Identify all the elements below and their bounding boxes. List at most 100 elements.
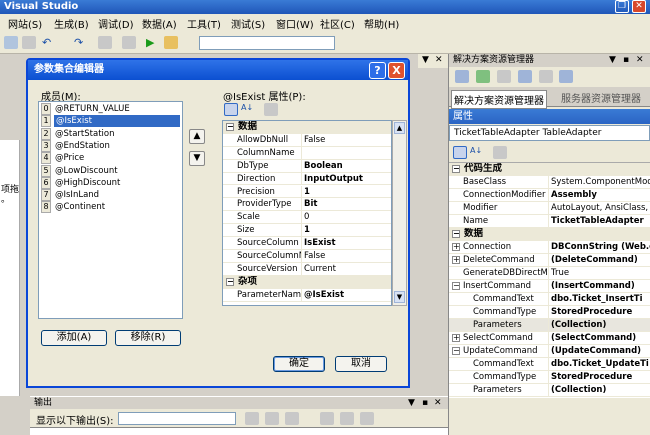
grid-row[interactable]: SourceColumnNuFalse bbox=[223, 250, 391, 263]
menu-community[interactable]: 社区(C) bbox=[320, 16, 355, 31]
move-up-button[interactable]: ▲ bbox=[189, 129, 205, 144]
property-value[interactable]: True bbox=[548, 267, 650, 279]
help-icon[interactable]: ? bbox=[369, 62, 386, 79]
menu-build[interactable]: 生成(B) bbox=[54, 16, 89, 31]
member-item[interactable]: 6 @HighDiscount bbox=[40, 176, 181, 189]
output-close-icon[interactable]: ✕ bbox=[434, 397, 442, 409]
menu-help[interactable]: 帮助(H) bbox=[364, 16, 399, 31]
member-item[interactable]: 8 @Continent bbox=[40, 201, 181, 214]
cancel-button[interactable]: 取消 bbox=[335, 356, 387, 372]
output-tool-5-icon[interactable] bbox=[340, 412, 354, 425]
properties-object-combo[interactable]: TicketTableAdapter TableAdapter bbox=[449, 125, 650, 141]
cut-icon[interactable] bbox=[4, 36, 18, 49]
grid-row[interactable]: CommandText dbo.Ticket_InsertTi bbox=[449, 293, 650, 306]
property-value[interactable]: InputOutput bbox=[301, 172, 391, 185]
grid-row[interactable]: + Connection DBConnString (Web.c bbox=[449, 241, 650, 254]
output-pin-icon[interactable]: ▪ bbox=[422, 397, 428, 409]
collapse-icon[interactable]: − bbox=[452, 230, 460, 238]
collapse-icon[interactable]: − bbox=[452, 165, 460, 173]
property-value[interactable]: (UpdateCommand) bbox=[548, 345, 650, 357]
ok-button[interactable]: 确定 bbox=[273, 356, 325, 372]
property-value[interactable]: TicketTableAdapter bbox=[548, 215, 650, 227]
collapse-icon[interactable]: − bbox=[452, 347, 460, 355]
grid-row[interactable]: GenerateDBDirectMe True bbox=[449, 267, 650, 280]
property-value[interactable]: @IsExist bbox=[301, 288, 391, 301]
grid-row[interactable]: CommandType StoredProcedure bbox=[449, 306, 650, 319]
add-button[interactable]: 添加(A) bbox=[41, 330, 107, 346]
refresh-icon[interactable] bbox=[476, 70, 490, 83]
close-icon[interactable]: ✕ bbox=[632, 0, 646, 13]
property-value[interactable]: Bit bbox=[301, 198, 391, 211]
grid-category[interactable]: − 数据 bbox=[223, 121, 391, 134]
output-tool-1-icon[interactable] bbox=[245, 412, 259, 425]
grid-row[interactable]: SourceColumn IsExist bbox=[223, 237, 391, 250]
property-value[interactable]: DBConnString (Web.c bbox=[548, 241, 650, 253]
property-value[interactable] bbox=[301, 146, 391, 159]
view-code-icon[interactable] bbox=[518, 70, 532, 83]
dialog-pages-icon[interactable] bbox=[264, 103, 278, 116]
output-tool-4-icon[interactable] bbox=[320, 412, 334, 425]
start-debug-icon[interactable]: ▶ bbox=[146, 36, 160, 49]
config-icon[interactable] bbox=[164, 36, 178, 49]
grid-row[interactable]: + SelectCommand (SelectCommand) bbox=[449, 332, 650, 345]
grid-row[interactable]: + DeleteCommand (DeleteCommand) bbox=[449, 254, 650, 267]
grid-row[interactable]: Parameters (Collection) bbox=[449, 319, 650, 332]
menu-test[interactable]: 测试(S) bbox=[231, 16, 265, 31]
property-value[interactable]: Boolean bbox=[301, 159, 391, 172]
member-item[interactable]: 7 @IsInLand bbox=[40, 189, 181, 202]
grid-row[interactable]: ProviderType Bit bbox=[223, 198, 391, 212]
undo-icon[interactable]: ↶ bbox=[42, 36, 56, 49]
grid-row[interactable]: SourceVersion Current bbox=[223, 262, 391, 276]
output-tool-3-icon[interactable] bbox=[285, 412, 299, 425]
grid-row[interactable]: Size 1 bbox=[223, 224, 391, 238]
grid-category[interactable]: − 代码生成 bbox=[449, 163, 650, 176]
menu-debug[interactable]: 调试(D) bbox=[98, 16, 134, 31]
output-dropdown-icon[interactable]: ▼ bbox=[408, 397, 415, 409]
forward-icon[interactable] bbox=[122, 36, 136, 49]
grid-row[interactable]: CommandType StoredProcedure bbox=[449, 371, 650, 384]
grid-row[interactable]: Direction InputOutput bbox=[223, 172, 391, 186]
property-value[interactable]: Current bbox=[301, 262, 391, 275]
categorized-icon[interactable] bbox=[453, 146, 467, 159]
navigate-icon[interactable] bbox=[98, 36, 112, 49]
property-value[interactable]: (InsertCommand) bbox=[548, 280, 650, 292]
property-value[interactable]: (Collection) bbox=[548, 384, 650, 396]
expand-icon[interactable]: + bbox=[452, 334, 460, 342]
show-all-files-icon[interactable] bbox=[497, 70, 511, 83]
collapse-icon[interactable]: − bbox=[226, 277, 234, 286]
copy-website-icon[interactable] bbox=[559, 70, 573, 83]
remove-button[interactable]: 移除(R) bbox=[115, 330, 181, 346]
property-value[interactable]: dbo.Ticket_UpdateTi bbox=[548, 358, 650, 370]
grid-category[interactable]: − 杂项 bbox=[223, 275, 391, 289]
grid-row[interactable]: − UpdateCommand (UpdateCommand) bbox=[449, 345, 650, 358]
grid-row[interactable]: Precision 1 bbox=[223, 185, 391, 199]
output-source-combo[interactable] bbox=[118, 412, 236, 425]
scroll-up-icon[interactable]: ▲ bbox=[394, 122, 405, 134]
property-value[interactable]: False bbox=[301, 250, 391, 262]
alphabetical-icon[interactable]: A↓ bbox=[470, 146, 484, 159]
collapse-icon[interactable]: − bbox=[226, 123, 234, 131]
property-value[interactable]: (Collection) bbox=[548, 319, 650, 331]
dialog-close-button[interactable]: X bbox=[388, 62, 405, 79]
restore-icon[interactable]: ❐ bbox=[615, 0, 629, 13]
property-value[interactable]: 1 bbox=[301, 185, 391, 198]
property-value[interactable]: StoredProcedure bbox=[548, 371, 650, 383]
grid-row[interactable]: − InsertCommand (InsertCommand) bbox=[449, 280, 650, 293]
member-item[interactable]: 1 @IsExist bbox=[40, 115, 181, 128]
grid-row[interactable]: Parameters (Collection) bbox=[449, 384, 650, 397]
grid-row[interactable]: AllowDbNull False bbox=[223, 133, 391, 147]
output-tool-2-icon[interactable] bbox=[265, 412, 279, 425]
grid-scrollbar[interactable]: ▲ ▼ bbox=[392, 120, 407, 306]
output-tool-6-icon[interactable] bbox=[360, 412, 374, 425]
menu-window[interactable]: 窗口(W) bbox=[276, 16, 314, 31]
property-value[interactable]: System.ComponentModel. bbox=[548, 176, 650, 188]
tab-solution-explorer[interactable]: 解决方案资源管理器 bbox=[451, 90, 547, 109]
member-item[interactable]: 0 @RETURN_VALUE bbox=[40, 103, 181, 115]
member-item[interactable]: 3 @EndStation bbox=[40, 139, 181, 152]
expand-icon[interactable]: + bbox=[452, 256, 460, 264]
grid-row[interactable]: Name TicketTableAdapter bbox=[449, 215, 650, 228]
property-value[interactable]: 1 bbox=[301, 224, 391, 237]
collapse-icon[interactable]: − bbox=[452, 282, 460, 290]
copy-icon[interactable] bbox=[22, 36, 36, 49]
property-value[interactable]: dbo.Ticket_InsertTi bbox=[548, 293, 650, 305]
